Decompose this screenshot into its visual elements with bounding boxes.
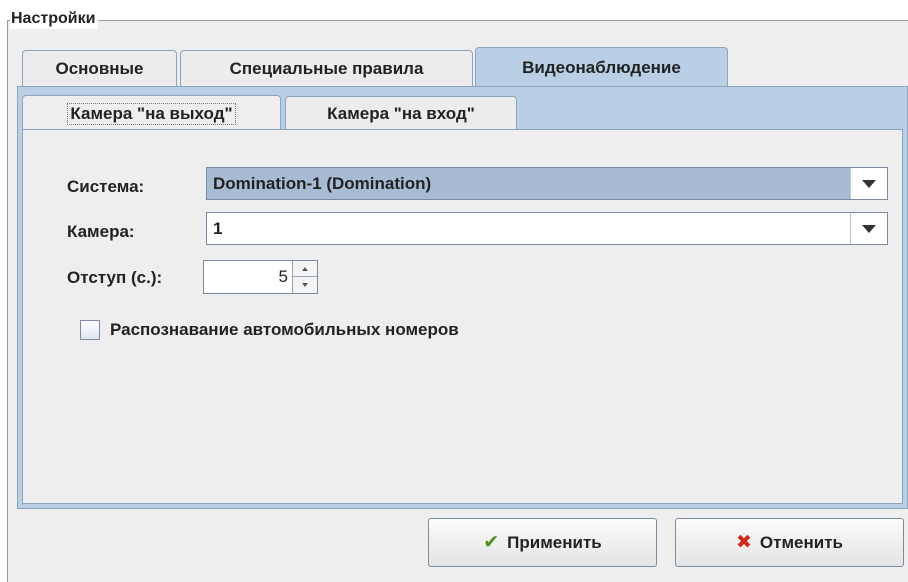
subtab-camera-exit[interactable]: Камера "на выход" bbox=[22, 95, 281, 131]
offset-spinner[interactable]: 5 bbox=[203, 260, 318, 294]
tab-general[interactable]: Основные bbox=[22, 50, 177, 86]
subtab-camera-entry[interactable]: Камера "на вход" bbox=[285, 96, 517, 130]
tab-general-label: Основные bbox=[55, 58, 144, 78]
tab-video-surveillance-label: Видеонаблюдение bbox=[522, 57, 681, 77]
spinner-up-icon[interactable] bbox=[293, 261, 317, 277]
checkmark-icon: ✔ bbox=[483, 532, 500, 553]
camera-label: Камера: bbox=[67, 222, 135, 241]
plate-recognition-label: Распознавание автомобильных номеров bbox=[110, 320, 459, 339]
settings-group-title: Настройки bbox=[10, 9, 99, 29]
offset-spinner-value: 5 bbox=[278, 267, 288, 286]
cancel-button[interactable]: ✖ Отменить bbox=[675, 518, 904, 567]
chevron-down-icon[interactable] bbox=[850, 168, 887, 199]
apply-button-label: Применить bbox=[507, 532, 602, 552]
camera-select[interactable]: 1 bbox=[206, 212, 888, 245]
spinner-down-icon[interactable] bbox=[293, 277, 317, 292]
checkbox-box[interactable] bbox=[80, 320, 100, 340]
plate-recognition-checkbox[interactable]: Распознавание автомобильных номеров bbox=[80, 320, 459, 340]
cross-icon: ✖ bbox=[736, 532, 752, 553]
subtab-camera-exit-label: Камера "на выход" bbox=[67, 102, 236, 125]
tab-special-rules-label: Специальные правила bbox=[229, 58, 424, 78]
apply-button[interactable]: ✔ Применить bbox=[428, 518, 657, 567]
chevron-down-icon[interactable] bbox=[850, 213, 887, 244]
offset-label: Отступ (с.): bbox=[67, 268, 163, 287]
system-select[interactable]: Domination-1 (Domination) bbox=[206, 167, 888, 200]
camera-select-value: 1 bbox=[213, 219, 223, 238]
subtab-camera-entry-label: Камера "на вход" bbox=[327, 103, 475, 123]
tab-special-rules[interactable]: Специальные правила bbox=[180, 50, 473, 86]
tab-video-surveillance[interactable]: Видеонаблюдение bbox=[475, 47, 728, 87]
cancel-button-label: Отменить bbox=[759, 532, 843, 552]
system-select-value: Domination-1 (Domination) bbox=[213, 174, 432, 193]
system-label: Система: bbox=[67, 177, 145, 196]
